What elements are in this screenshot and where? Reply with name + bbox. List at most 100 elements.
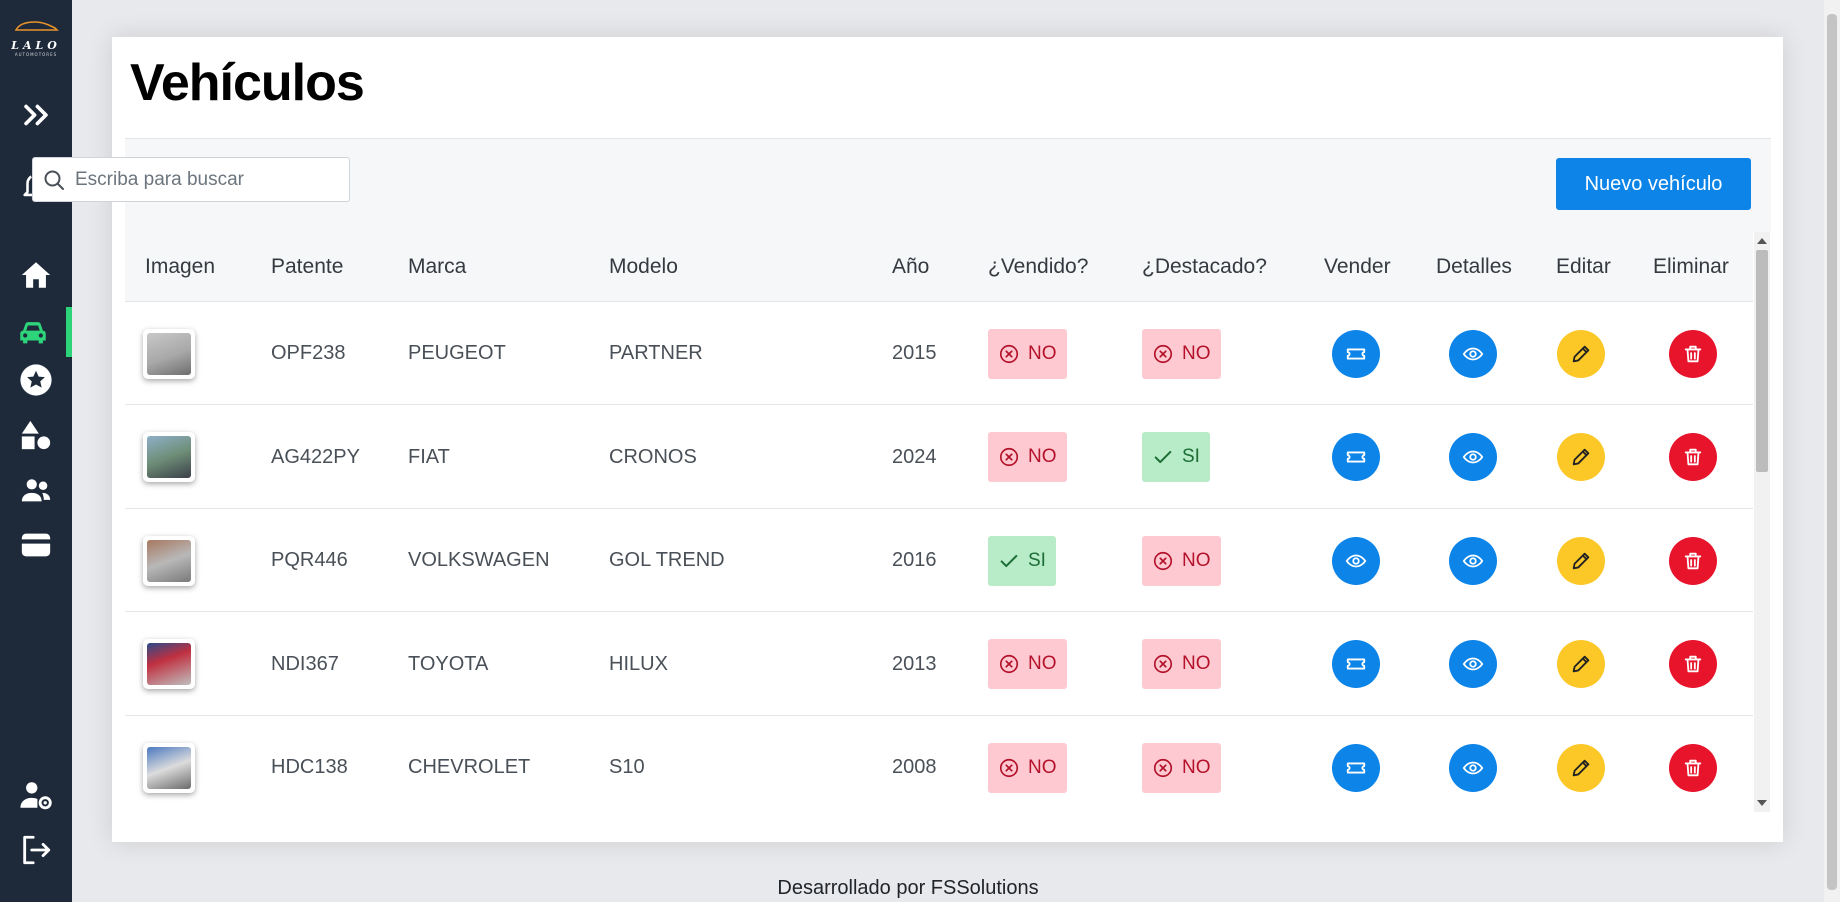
featured-status-badge-label: NO [1182,342,1211,364]
logo-car-icon [14,21,59,31]
featured-status-badge: NO [1142,328,1221,379]
sidebar: LALO AUTOMOTORES 1 [0,0,72,902]
delete-button[interactable] [1669,329,1717,378]
ticket-icon [1345,653,1367,675]
ticket-icon [1345,343,1367,365]
details-button[interactable] [1449,743,1497,792]
sidebar-item-payments[interactable] [0,520,72,570]
details-button[interactable] [1449,640,1497,688]
cell-patente: OPF238 [271,342,346,364]
cell-marca: VOLKSWAGEN [408,549,550,571]
cell-editar [1557,716,1605,812]
cell-imagen [143,406,195,509]
scroll-down-arrow[interactable] [1757,800,1767,806]
cell-destacado: NO [1142,509,1221,612]
sidebar-item-user-settings[interactable] [0,770,72,820]
edit-button[interactable] [1557,536,1605,585]
x-circle-icon [1152,343,1174,365]
page-scroll-thumb[interactable] [1827,14,1837,890]
featured-status-badge: NO [1142,535,1221,586]
page-scrollbar[interactable] [1824,0,1840,902]
featured-status-badge: NO [1142,639,1221,689]
table-row: HDC138 CHEVROLET S10 2008 NO NO [125,716,1753,812]
sidebar-item-vehicles[interactable] [0,307,72,357]
cell-marca: TOYOTA [408,652,489,675]
pencil-icon [1570,446,1592,468]
sell-button[interactable] [1332,433,1380,481]
header-patente: Patente [271,255,344,278]
table-scroll-thumb[interactable] [1756,250,1768,472]
sell-button[interactable] [1332,329,1380,378]
table-scrollbar[interactable] [1754,232,1770,812]
details-button[interactable] [1449,536,1497,585]
cell-eliminar [1669,613,1717,716]
cell-detalles [1449,613,1497,716]
vehicle-thumbnail[interactable] [143,639,195,689]
vehicle-photo [147,539,191,582]
ticket-icon [1345,446,1367,468]
header-destacado: ¿Destacado? [1142,255,1267,278]
search-input[interactable] [75,168,335,191]
sold-status-badge-label: NO [1028,446,1057,467]
cell-imagen [143,509,195,612]
cell-eliminar [1669,302,1717,405]
x-circle-icon [998,446,1020,468]
details-button[interactable] [1449,329,1497,378]
new-vehicle-button[interactable]: Nuevo vehículo [1556,158,1751,210]
sidebar-logout-button[interactable] [0,825,72,875]
trash-icon [1682,653,1704,675]
vehicle-thumbnail[interactable] [143,535,195,586]
delete-button[interactable] [1669,536,1717,585]
delete-button[interactable] [1669,433,1717,481]
cell-editar [1557,613,1605,716]
cell-marca: FIAT [408,445,450,468]
cell-anio: 2015 [892,342,937,364]
sidebar-item-categories[interactable] [0,410,72,460]
sidebar-expand-button[interactable] [0,90,72,140]
vehicle-photo [147,746,191,789]
search-icon [44,170,64,190]
cell-anio: 2016 [892,549,937,571]
cell-destacado: SI [1142,406,1210,509]
table-header: Imagen Patente Marca Modelo Año ¿Vendido… [125,232,1753,302]
sell-button[interactable] [1332,536,1380,585]
scroll-up-arrow[interactable] [1757,238,1767,244]
table-row: AG422PY FIAT CRONOS 2024 NO SI [125,406,1753,509]
sidebar-item-home[interactable] [0,250,72,300]
vehicle-thumbnail[interactable] [143,328,195,379]
cell-vendido: NO [988,302,1067,405]
delete-button[interactable] [1669,743,1717,792]
edit-button[interactable] [1557,743,1605,792]
search-box[interactable] [32,157,350,202]
car-icon [20,322,46,344]
sell-button[interactable] [1332,743,1380,792]
app-logo[interactable]: LALO AUTOMOTORES [10,18,62,64]
vehicles-table: Imagen Patente Marca Modelo Año ¿Vendido… [125,232,1753,812]
cell-editar [1557,509,1605,612]
page-title: Vehículos [130,54,365,112]
card-icon [21,533,51,557]
vehicle-thumbnail[interactable] [143,742,195,793]
cell-destacado: NO [1142,302,1221,405]
vehicle-photo [147,643,191,685]
sell-button[interactable] [1332,640,1380,688]
cell-detalles [1449,302,1497,405]
logo-text: LALO [11,39,61,52]
cell-modelo: S10 [609,756,645,778]
x-circle-icon [1152,757,1174,779]
edit-button[interactable] [1557,640,1605,688]
header-editar: Editar [1556,255,1611,278]
sidebar-item-featured[interactable] [0,355,72,405]
header-eliminar: Eliminar [1653,255,1729,278]
vehicle-thumbnail[interactable] [143,432,195,482]
sidebar-item-clients[interactable] [0,465,72,515]
logo-subtext: AUTOMOTORES [14,52,58,57]
edit-button[interactable] [1557,329,1605,378]
edit-button[interactable] [1557,433,1605,481]
delete-button[interactable] [1669,640,1717,688]
cell-modelo: PARTNER [609,342,703,364]
details-button[interactable] [1449,433,1497,481]
cell-detalles [1449,509,1497,612]
pencil-icon [1570,550,1592,572]
table-row: NDI367 TOYOTA HILUX 2013 NO NO [125,613,1753,716]
